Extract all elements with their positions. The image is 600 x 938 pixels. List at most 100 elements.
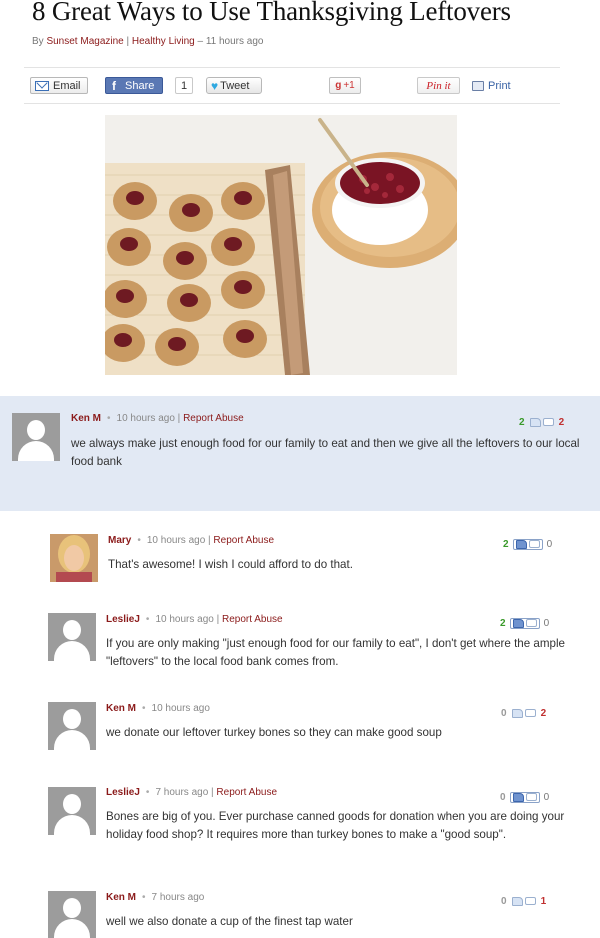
thumbs-up-icon[interactable] — [511, 896, 523, 906]
thumbs-up-icon[interactable] — [512, 618, 524, 628]
default-avatar-icon[interactable] — [48, 891, 96, 938]
article-title: 8 Great Ways to Use Thanksgiving Leftove… — [32, 0, 511, 26]
report-abuse-link[interactable]: Report Abuse — [183, 413, 244, 424]
reply-bubble-icon[interactable] — [528, 540, 540, 548]
upvote-count: 0 — [500, 791, 506, 803]
vote-buttons — [509, 617, 540, 629]
comment-author[interactable]: Mary — [108, 535, 131, 546]
reply-bubble-icon[interactable] — [542, 418, 554, 426]
google-plus-button[interactable]: g +1 — [329, 77, 361, 94]
separator-dot: • — [145, 614, 150, 625]
print-label: Print — [488, 79, 511, 92]
comment-meta: Ken M • 7 hours ago — [106, 892, 204, 903]
printer-icon — [472, 80, 484, 91]
vote-buttons — [529, 417, 555, 427]
vote-controls: 0 0 — [500, 790, 549, 804]
report-abuse-link[interactable]: Report Abuse — [222, 614, 283, 625]
share-label: Share — [125, 79, 155, 92]
published-time: – 11 hours ago — [194, 36, 264, 47]
share-count: 1 — [175, 77, 193, 94]
upvote-count: 0 — [501, 707, 507, 719]
facebook-share-button[interactable]: f Share — [105, 77, 163, 94]
reply-count: 0 — [543, 791, 550, 803]
byline: By Sunset Magazine | Healthy Living – 11… — [32, 36, 263, 47]
twitter-bird-icon: ♥ — [211, 78, 219, 93]
report-abuse-link[interactable]: Report Abuse — [213, 535, 274, 546]
comment-meta: Ken M • 10 hours ago — [106, 703, 210, 714]
thumbs-up-icon[interactable] — [511, 708, 523, 718]
upvote-count: 2 — [500, 617, 506, 629]
default-avatar-icon[interactable] — [12, 413, 60, 461]
separator-dot: • — [107, 413, 111, 424]
vote-buttons — [509, 791, 540, 803]
email-label: Email — [53, 79, 81, 92]
reply-count: 0 — [546, 538, 553, 550]
section-link[interactable]: Healthy Living — [132, 36, 195, 47]
vote-buttons — [512, 538, 543, 550]
comment-text: If you are only making "just enough food… — [106, 637, 565, 668]
vote-controls: 0 1 — [501, 894, 546, 908]
reply-bubble-icon[interactable] — [524, 709, 536, 717]
google-plus-icon: g — [335, 80, 342, 91]
reply-count: 1 — [540, 895, 547, 907]
comment-meta: LeslieJ • 7 hours ago | Report Abuse — [106, 787, 278, 798]
cookies-and-cranberry-sauce-image — [105, 115, 457, 375]
reply-bubble-icon[interactable] — [525, 619, 537, 627]
comment-author[interactable]: Ken M — [71, 413, 101, 424]
reply-bubble-icon[interactable] — [524, 897, 536, 905]
reply-bubble-icon[interactable] — [525, 793, 537, 801]
pin-it-button[interactable]: Pin it — [417, 77, 460, 94]
google-plus-label: +1 — [343, 80, 355, 91]
comment-time: 7 hours ago — [155, 787, 209, 798]
share-bar: Email f Share 1 ♥ Tweet g +1 Pin it Print — [24, 67, 560, 104]
comment-time: 7 hours ago — [151, 892, 205, 903]
user-avatar[interactable] — [50, 534, 98, 582]
comment-meta: Mary • 10 hours ago | Report Abuse — [108, 535, 275, 546]
vote-buttons — [511, 708, 537, 718]
vote-buttons — [511, 896, 537, 906]
tweet-button[interactable]: ♥ Tweet — [206, 77, 262, 94]
comment-time: 10 hours ago — [146, 535, 206, 546]
comment-author[interactable]: Ken M — [106, 892, 136, 903]
email-button[interactable]: Email — [30, 77, 88, 94]
comment-text: we donate our leftover turkey bones so t… — [106, 726, 442, 739]
default-avatar-icon[interactable] — [48, 702, 96, 750]
comment-text: we always make just enough food for our … — [71, 437, 580, 468]
comment-text: Bones are big of you. Ever purchase cann… — [106, 810, 565, 841]
comment-time: 10 hours ago — [116, 413, 175, 424]
comment-text: well we also donate a cup of the finest … — [106, 915, 353, 928]
separator-dot: • — [142, 703, 146, 714]
article-photo — [105, 115, 457, 375]
comment-time: 10 hours ago — [151, 703, 210, 714]
envelope-icon — [35, 80, 49, 91]
byline-prefix: By — [32, 36, 47, 47]
thumbs-up-icon[interactable] — [515, 539, 527, 549]
vote-controls: 2 2 — [519, 415, 564, 429]
comment-text: That's awesome! I wish I could afford to… — [108, 558, 353, 571]
facebook-icon: f — [112, 78, 116, 93]
reply-count: 0 — [543, 617, 550, 629]
default-avatar-icon[interactable] — [48, 613, 96, 661]
separator-dot: • — [137, 535, 141, 546]
vote-controls: 2 0 — [503, 537, 552, 551]
comment-meta: LeslieJ • 10 hours ago | Report Abuse — [106, 614, 283, 625]
profile-photo-icon — [50, 534, 98, 582]
separator-dot: • — [142, 892, 146, 903]
default-avatar-icon[interactable] — [48, 787, 96, 835]
report-abuse-link[interactable]: Report Abuse — [216, 787, 277, 798]
thumbs-up-icon[interactable] — [512, 792, 524, 802]
vote-controls: 0 2 — [501, 706, 546, 720]
comment-meta: Ken M • 10 hours ago | Report Abuse — [71, 413, 244, 424]
vote-controls: 2 0 — [500, 616, 549, 630]
comment-author[interactable]: LeslieJ — [106, 787, 140, 798]
comment-author[interactable]: Ken M — [106, 703, 136, 714]
upvote-count: 0 — [501, 895, 507, 907]
comment-author[interactable]: LeslieJ — [106, 614, 140, 625]
tweet-label: Tweet — [220, 79, 250, 92]
byline-separator: | — [123, 36, 132, 47]
thumbs-up-icon[interactable] — [529, 417, 541, 427]
source-link[interactable]: Sunset Magazine — [46, 36, 123, 47]
print-button[interactable]: Print — [472, 77, 522, 94]
comment-time: 10 hours ago — [155, 614, 214, 625]
reply-count: 2 — [558, 416, 565, 428]
